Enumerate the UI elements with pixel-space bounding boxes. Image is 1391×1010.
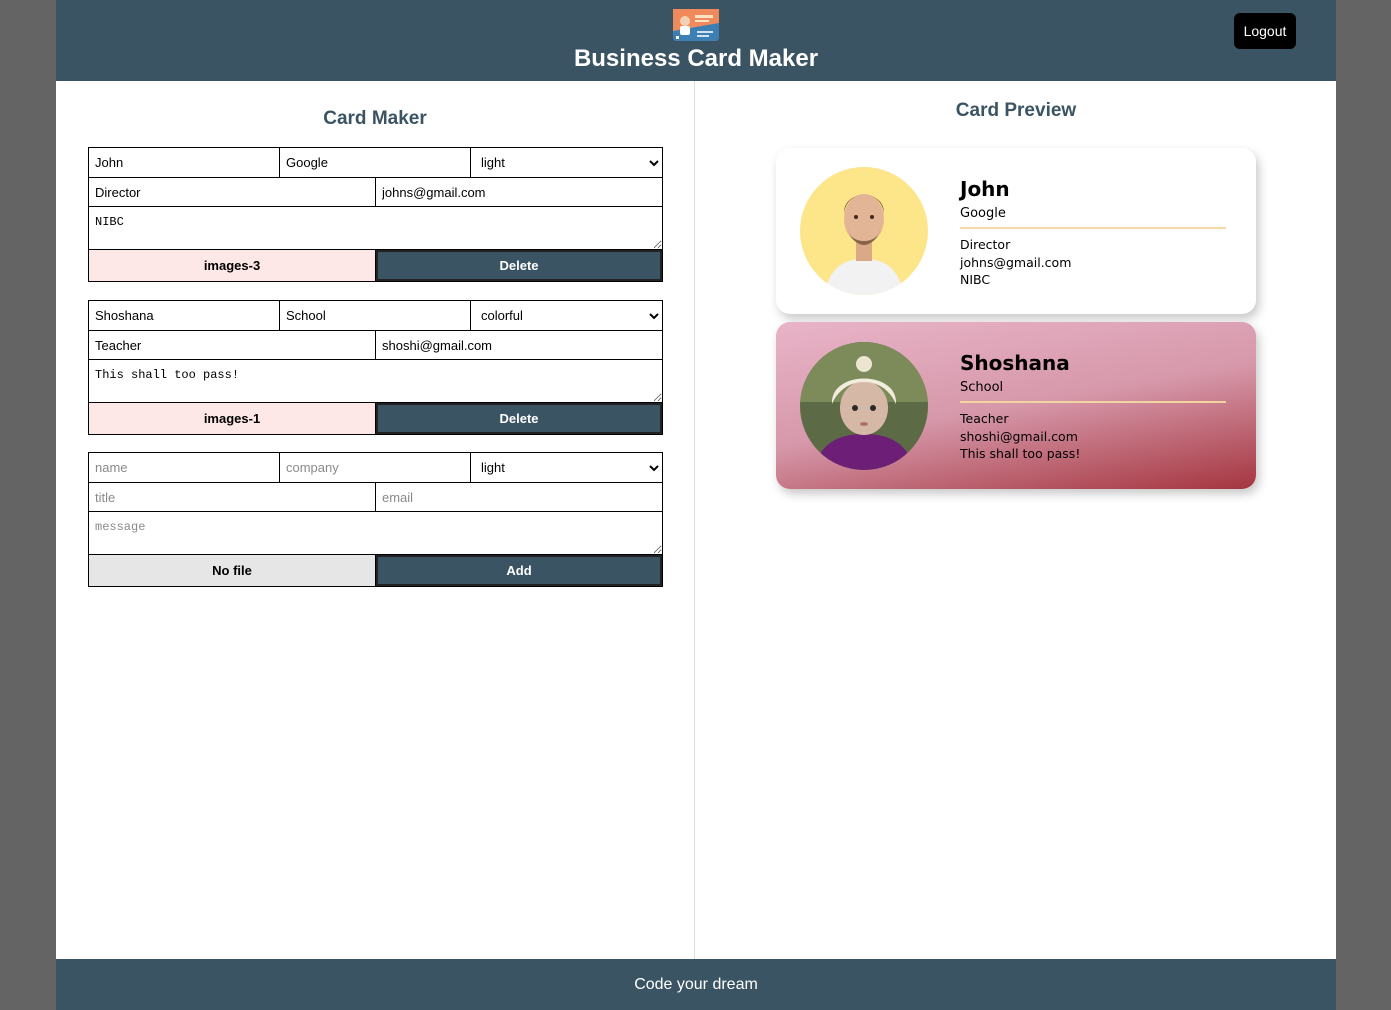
card-preview-title: Card Preview [955, 100, 1077, 121]
company-input[interactable] [280, 148, 471, 178]
preview-message: NIBC [960, 272, 991, 287]
preview-company: School [960, 380, 1004, 395]
card-edit-form-john: light NIBC images-3 Delete [88, 147, 663, 282]
preview-title: Director [960, 237, 1011, 252]
preview-email: shoshi@gmail.com [960, 428, 1078, 444]
name-input[interactable] [89, 301, 280, 331]
app: Business Card Maker Logout Card Maker li… [56, 0, 1336, 1010]
avatar [800, 342, 928, 470]
business-card-logo-icon [673, 9, 719, 41]
delete-button[interactable]: Delete [376, 250, 662, 281]
email-input[interactable] [376, 483, 662, 512]
app-title: Business Card Maker [573, 45, 819, 72]
header: Business Card Maker Logout [56, 0, 1336, 81]
preview-info: Shoshana School Teacher shoshi@gmail.com… [960, 351, 1226, 463]
card-maker-title: Card Maker [323, 108, 427, 129]
preview-divider [960, 227, 1226, 229]
name-input[interactable] [89, 453, 280, 483]
footer: Code your dream [56, 959, 1336, 1010]
message-textarea[interactable]: This shall too pass! [89, 360, 662, 403]
preview-card-john: John Google Director johns@gmail.com NIB… [776, 148, 1256, 314]
card-preview-section: Card Preview John Google Director johns@… [696, 81, 1336, 959]
theme-select[interactable]: light [471, 453, 662, 483]
company-input[interactable] [280, 301, 471, 331]
logout-button[interactable]: Logout [1234, 13, 1296, 49]
message-textarea[interactable] [89, 512, 662, 555]
image-file-button[interactable]: images-3 [89, 250, 376, 281]
preview-divider [960, 401, 1226, 403]
company-input[interactable] [280, 453, 471, 483]
delete-button[interactable]: Delete [376, 403, 662, 434]
preview-company: Google [960, 206, 1006, 221]
card-add-form: light No file Add [88, 452, 663, 587]
message-textarea[interactable]: NIBC [89, 207, 662, 250]
preview-email: johns@gmail.com [960, 254, 1072, 270]
theme-select[interactable]: light [471, 148, 662, 178]
card-maker-section: Card Maker light NIBC images-3 Delete [56, 81, 695, 959]
image-file-button[interactable]: No file [89, 555, 376, 586]
preview-title: Teacher [960, 411, 1009, 426]
preview-message: This shall too pass! [960, 446, 1081, 461]
theme-select[interactable]: colorful [471, 301, 662, 331]
man-portrait-icon [800, 167, 928, 295]
preview-card-shoshana: Shoshana School Teacher shoshi@gmail.com… [776, 322, 1256, 489]
title-input[interactable] [89, 331, 376, 360]
preview-info: John Google Director johns@gmail.com NIB… [960, 177, 1226, 289]
image-file-button[interactable]: images-1 [89, 403, 376, 434]
email-input[interactable] [376, 178, 662, 207]
card-edit-form-shoshana: colorful This shall too pass! images-1 D… [88, 300, 663, 435]
email-input[interactable] [376, 331, 662, 360]
child-portrait-icon [800, 342, 928, 470]
title-input[interactable] [89, 483, 376, 512]
preview-name: Shoshana [960, 351, 1070, 375]
name-input[interactable] [89, 148, 280, 178]
avatar [800, 167, 928, 295]
add-button[interactable]: Add [376, 555, 662, 586]
title-input[interactable] [89, 178, 376, 207]
preview-name: John [960, 177, 1010, 201]
